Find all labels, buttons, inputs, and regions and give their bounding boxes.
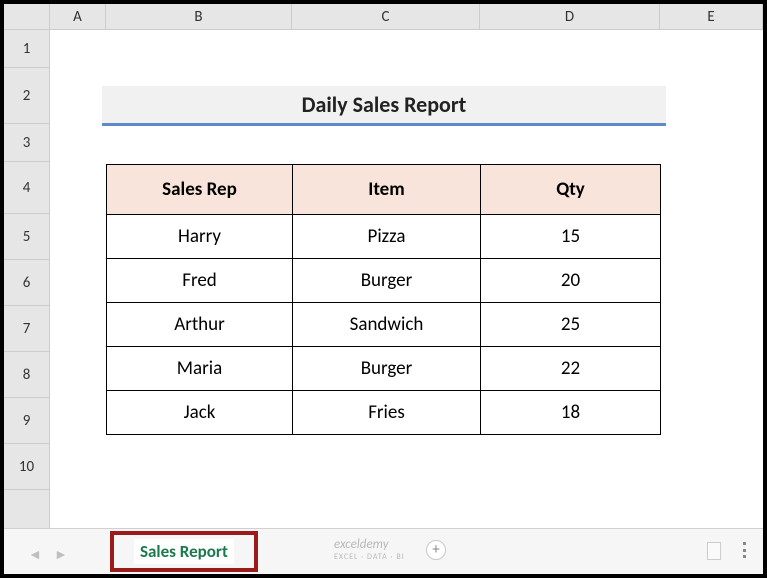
row-headers: 1 2 3 4 5 6 7 8 9 10 xyxy=(4,30,50,528)
row-header-6[interactable]: 6 xyxy=(4,260,49,306)
spreadsheet-grid[interactable]: Daily Sales Report Sales Rep Item Qty Ha… xyxy=(50,30,763,528)
next-sheet-icon[interactable]: ► xyxy=(54,546,66,558)
row-header-5[interactable]: 5 xyxy=(4,214,49,260)
col-header-A[interactable]: A xyxy=(50,4,106,29)
sheet-tab-bar: ◄ ► Sales Report exceldemy EXCEL · DATA … xyxy=(4,528,763,574)
cell-rep[interactable]: Fred xyxy=(107,259,293,303)
sheet-tab-sales-report[interactable]: Sales Report xyxy=(134,539,234,564)
watermark-subtext: EXCEL · DATA · BI xyxy=(334,552,405,562)
header-sales-rep[interactable]: Sales Rep xyxy=(107,165,293,215)
watermark-text: exceldemy xyxy=(334,537,389,552)
cell-rep[interactable]: Jack xyxy=(107,391,293,435)
cell-qty[interactable]: 18 xyxy=(481,391,661,435)
cell-qty[interactable]: 15 xyxy=(481,215,661,259)
table-header-row: Sales Rep Item Qty xyxy=(107,165,661,215)
select-all-corner[interactable] xyxy=(4,4,50,29)
header-item[interactable]: Item xyxy=(293,165,481,215)
row-header-7[interactable]: 7 xyxy=(4,306,49,352)
cell-rep[interactable]: Arthur xyxy=(107,303,293,347)
add-sheet-icon[interactable]: + xyxy=(426,540,446,560)
table-row: Arthur Sandwich 25 xyxy=(107,303,661,347)
table-row: Harry Pizza 15 xyxy=(107,215,661,259)
cell-item[interactable]: Fries xyxy=(293,391,481,435)
sales-table: Sales Rep Item Qty Harry Pizza 15 Fred B… xyxy=(106,164,661,435)
col-header-E[interactable]: E xyxy=(660,4,763,29)
row-header-8[interactable]: 8 xyxy=(4,352,49,398)
excel-window: A B C D E 1 2 3 4 5 6 7 8 9 10 Daily Sal… xyxy=(0,0,767,578)
cell-item[interactable]: Sandwich xyxy=(293,303,481,347)
cell-qty[interactable]: 22 xyxy=(481,347,661,391)
col-header-B[interactable]: B xyxy=(106,4,292,29)
row-header-4[interactable]: 4 xyxy=(4,162,49,214)
cell-item[interactable]: Burger xyxy=(293,259,481,303)
row-header-2[interactable]: 2 xyxy=(4,68,49,124)
cell-item[interactable]: Burger xyxy=(293,347,481,391)
tab-options-icon[interactable] xyxy=(743,542,747,558)
scroll-right-button[interactable] xyxy=(707,542,721,560)
cell-qty[interactable]: 20 xyxy=(481,259,661,303)
cell-rep[interactable]: Harry xyxy=(107,215,293,259)
cell-item[interactable]: Pizza xyxy=(293,215,481,259)
row-header-1[interactable]: 1 xyxy=(4,30,49,68)
column-headers: A B C D E xyxy=(4,4,763,30)
cell-qty[interactable]: 25 xyxy=(481,303,661,347)
row-header-9[interactable]: 9 xyxy=(4,398,49,444)
watermark-logo: exceldemy EXCEL · DATA · BI xyxy=(334,537,405,562)
table-row: Maria Burger 22 xyxy=(107,347,661,391)
col-header-D[interactable]: D xyxy=(480,4,660,29)
table-row: Jack Fries 18 xyxy=(107,391,661,435)
row-header-10[interactable]: 10 xyxy=(4,444,49,490)
prev-sheet-icon[interactable]: ◄ xyxy=(28,546,40,558)
header-qty[interactable]: Qty xyxy=(481,165,661,215)
table-row: Fred Burger 20 xyxy=(107,259,661,303)
tab-highlight-box: Sales Report xyxy=(110,531,258,572)
col-header-C[interactable]: C xyxy=(292,4,480,29)
report-title[interactable]: Daily Sales Report xyxy=(102,86,666,126)
row-header-3[interactable]: 3 xyxy=(4,124,49,162)
cell-rep[interactable]: Maria xyxy=(107,347,293,391)
